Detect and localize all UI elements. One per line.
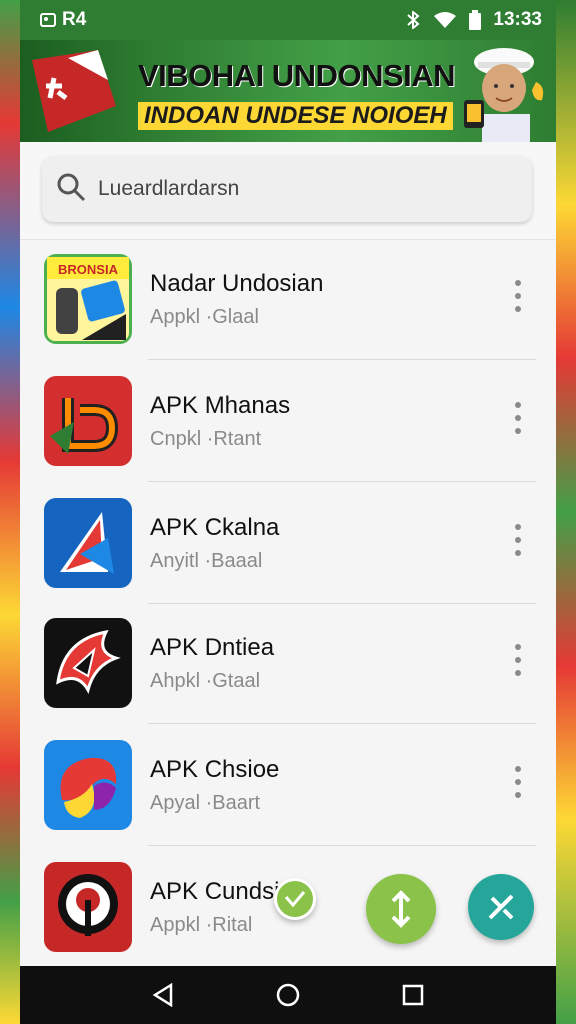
back-icon bbox=[152, 983, 172, 1007]
flag-icon bbox=[32, 50, 116, 132]
status-bar: R4 13:33 bbox=[20, 0, 556, 40]
divider bbox=[148, 723, 536, 724]
bird-logo-app-icon bbox=[44, 618, 132, 708]
banner-title: VIBOHAI UNDONSIAN bbox=[138, 58, 456, 93]
banner-subtitle: INDOAN UNDESE NOIOEH bbox=[138, 102, 453, 130]
list-item[interactable]: BRONSIA Nadar Undosian Appkl ·Glaal bbox=[20, 240, 556, 360]
app-subtitle: Appkl ·Rital bbox=[150, 914, 253, 936]
pin-logo-app-icon bbox=[44, 862, 132, 952]
app-name: APK Chsioe bbox=[150, 756, 280, 783]
promo-banner[interactable]: VIBOHAI UNDONSIAN INDOAN UNDESE NOIOEH bbox=[20, 40, 556, 142]
list-item[interactable]: APK Ckalna Anyitl ·Baaal bbox=[20, 484, 556, 604]
swap-button[interactable] bbox=[366, 874, 436, 944]
wifi-icon bbox=[433, 11, 457, 29]
b-logo-app-icon bbox=[44, 376, 132, 466]
phone-screen: R4 13:33 VIBOHAI UNDONSIAN INDOAN UNDESE… bbox=[20, 0, 556, 1024]
status-right: 13:33 bbox=[405, 9, 542, 31]
recents-icon bbox=[403, 984, 424, 1006]
list-item[interactable]: APK Chsioe Apyal ·Baart bbox=[20, 726, 556, 846]
divider bbox=[148, 845, 536, 846]
app-subtitle: Cnpkl ·Rtant bbox=[150, 428, 262, 450]
list-item[interactable]: APK Dntiea Ahpkl ·Gtaal bbox=[20, 604, 556, 724]
list-item[interactable]: APK Mhanas Cnpkl ·Rtant bbox=[20, 362, 556, 482]
home-icon bbox=[276, 983, 300, 1007]
more-options-icon[interactable] bbox=[506, 276, 530, 316]
swap-vertical-icon bbox=[391, 890, 411, 928]
a-logo-app-icon bbox=[44, 498, 132, 588]
image-icon bbox=[40, 12, 56, 28]
home-button[interactable] bbox=[268, 975, 308, 1015]
app-subtitle: Apyal ·Baart bbox=[150, 792, 261, 814]
app-subtitle: Anyitl ·Baaal bbox=[150, 550, 263, 572]
battery-icon bbox=[469, 10, 482, 30]
search-icon bbox=[56, 172, 86, 207]
app-name: APK Cundsi bbox=[150, 878, 280, 905]
search-input[interactable] bbox=[98, 177, 498, 201]
status-left: R4 bbox=[40, 9, 86, 31]
check-icon bbox=[284, 891, 306, 908]
app-subtitle: Ahpkl ·Gtaal bbox=[150, 670, 261, 692]
check-button[interactable] bbox=[274, 878, 316, 920]
more-options-icon[interactable] bbox=[506, 398, 530, 438]
back-button[interactable] bbox=[143, 975, 183, 1015]
tools-icon bbox=[488, 894, 514, 920]
recents-button[interactable] bbox=[393, 975, 433, 1015]
app-name: APK Mhanas bbox=[150, 392, 291, 419]
bronsia-app-icon: BRONSIA bbox=[44, 254, 132, 344]
swirl-logo-app-icon bbox=[44, 740, 132, 830]
app-subtitle: Appkl ·Glaal bbox=[150, 306, 259, 328]
navigation-bar bbox=[20, 966, 556, 1024]
app-name: APK Dntiea bbox=[150, 634, 275, 661]
app-name: APK Ckalna bbox=[150, 514, 280, 541]
more-options-icon[interactable] bbox=[506, 640, 530, 680]
more-options-icon[interactable] bbox=[506, 762, 530, 802]
search-section bbox=[20, 142, 556, 240]
divider bbox=[148, 481, 536, 482]
divider bbox=[148, 359, 536, 360]
app-name: Nadar Undosian bbox=[150, 270, 324, 297]
more-options-icon[interactable] bbox=[506, 520, 530, 560]
bronsia-icon-text: BRONSIA bbox=[58, 262, 119, 277]
person-with-phone-illustration bbox=[464, 48, 544, 142]
clock: 13:33 bbox=[493, 9, 542, 30]
tools-button[interactable] bbox=[468, 874, 534, 940]
bluetooth-icon bbox=[405, 11, 421, 29]
carrier-label: R4 bbox=[62, 9, 87, 30]
search-bar[interactable] bbox=[42, 156, 532, 222]
